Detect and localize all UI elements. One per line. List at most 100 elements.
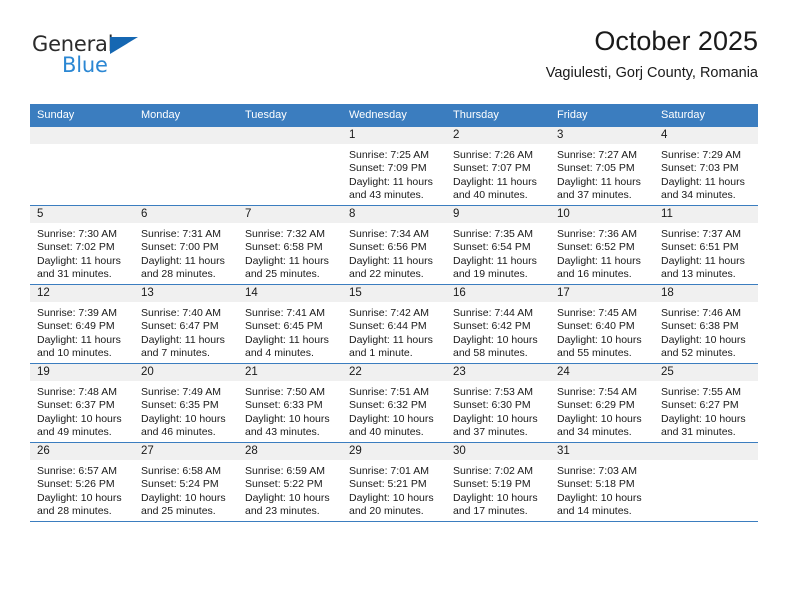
calendar-day-cell[interactable]: 16 Sunrise: 7:44 AM Sunset: 6:42 PM Dayligh… bbox=[446, 284, 550, 364]
calendar-day-cell[interactable]: 14 Sunrise: 7:41 AM Sunset: 6:45 PM Dayligh… bbox=[238, 284, 342, 364]
daylight-text-line1: Daylight: 10 hours bbox=[349, 412, 434, 425]
sunrise-text: Sunrise: 7:53 AM bbox=[453, 386, 533, 398]
sunrise-text: Sunrise: 7:37 AM bbox=[661, 228, 741, 240]
calendar-day-cell[interactable]: 29 Sunrise: 7:01 AM Sunset: 5:21 PM Dayligh… bbox=[342, 442, 446, 522]
calendar-week-row: 1 Sunrise: 7:25 AM Sunset: 7:09 PM Daylight… bbox=[30, 127, 758, 206]
day-details: Sunrise: 7:44 AM Sunset: 6:42 PM Daylight:… bbox=[446, 302, 550, 361]
day-number: 14 bbox=[238, 285, 342, 302]
brand-name-general: General bbox=[32, 32, 114, 56]
daylight-text-line1: Daylight: 10 hours bbox=[661, 412, 746, 425]
calendar-day-cell[interactable]: 26 Sunrise: 6:57 AM Sunset: 5:26 PM Dayligh… bbox=[30, 442, 134, 522]
calendar-day-cell[interactable]: 5 Sunrise: 7:30 AM Sunset: 7:02 PM Daylight… bbox=[30, 205, 134, 285]
day-number: 1 bbox=[342, 127, 446, 144]
weekday-header-sunday: Sunday bbox=[30, 104, 134, 127]
sunset-text: Sunset: 5:21 PM bbox=[349, 478, 427, 491]
calendar-day-cell[interactable]: 20 Sunrise: 7:49 AM Sunset: 6:35 PM Dayligh… bbox=[134, 363, 238, 443]
sunrise-text: Sunrise: 7:55 AM bbox=[661, 386, 741, 398]
sunset-text: Sunset: 6:42 PM bbox=[453, 320, 531, 333]
sunset-text: Sunset: 7:07 PM bbox=[453, 162, 531, 175]
daylight-text-line2: and 37 minutes. bbox=[557, 189, 632, 202]
day-details: Sunrise: 7:46 AM Sunset: 6:38 PM Daylight:… bbox=[654, 302, 758, 361]
daylight-text-line2: and 34 minutes. bbox=[557, 426, 632, 439]
calendar-week-row: 12 Sunrise: 7:39 AM Sunset: 6:49 PM Dayligh… bbox=[30, 284, 758, 364]
day-number bbox=[238, 127, 342, 144]
day-details: Sunrise: 7:35 AM Sunset: 6:54 PM Daylight:… bbox=[446, 223, 550, 282]
weekday-header-monday: Monday bbox=[134, 104, 238, 127]
sunrise-text: Sunrise: 7:50 AM bbox=[245, 386, 325, 398]
calendar-day-cell[interactable]: 18 Sunrise: 7:46 AM Sunset: 6:38 PM Dayligh… bbox=[654, 284, 758, 364]
calendar-day-cell[interactable]: 22 Sunrise: 7:51 AM Sunset: 6:32 PM Dayligh… bbox=[342, 363, 446, 443]
day-details: Sunrise: 7:41 AM Sunset: 6:45 PM Daylight:… bbox=[238, 302, 342, 361]
sunrise-text: Sunrise: 7:29 AM bbox=[661, 149, 741, 161]
calendar-table: Sunday Monday Tuesday Wednesday Thursday… bbox=[30, 104, 758, 522]
calendar-day-cell[interactable]: 17 Sunrise: 7:45 AM Sunset: 6:40 PM Dayligh… bbox=[550, 284, 654, 364]
daylight-text-line2: and 19 minutes. bbox=[453, 268, 528, 281]
day-number: 20 bbox=[134, 364, 238, 381]
daylight-text-line2: and 25 minutes. bbox=[141, 505, 216, 518]
calendar-day-cell[interactable]: 8 Sunrise: 7:34 AM Sunset: 6:56 PM Daylight… bbox=[342, 205, 446, 285]
day-details: Sunrise: 7:40 AM Sunset: 6:47 PM Daylight:… bbox=[134, 302, 238, 361]
daylight-text-line1: Daylight: 11 hours bbox=[245, 254, 329, 267]
calendar-day-cell[interactable]: 23 Sunrise: 7:53 AM Sunset: 6:30 PM Dayligh… bbox=[446, 363, 550, 443]
daylight-text-line1: Daylight: 10 hours bbox=[557, 491, 642, 504]
sunset-text: Sunset: 5:18 PM bbox=[557, 478, 635, 491]
calendar-day-cell[interactable]: 27 Sunrise: 6:58 AM Sunset: 5:24 PM Dayligh… bbox=[134, 442, 238, 522]
calendar-day-cell[interactable]: 9 Sunrise: 7:35 AM Sunset: 6:54 PM Daylight… bbox=[446, 205, 550, 285]
calendar-day-cell[interactable]: 12 Sunrise: 7:39 AM Sunset: 6:49 PM Dayligh… bbox=[30, 284, 134, 364]
calendar-day-cell[interactable]: 21 Sunrise: 7:50 AM Sunset: 6:33 PM Dayligh… bbox=[238, 363, 342, 443]
daylight-text-line2: and 20 minutes. bbox=[349, 505, 424, 518]
day-details: Sunrise: 7:48 AM Sunset: 6:37 PM Daylight:… bbox=[30, 381, 134, 440]
daylight-text-line1: Daylight: 10 hours bbox=[37, 491, 122, 504]
page-title: October 2025 bbox=[594, 26, 758, 56]
day-number: 16 bbox=[446, 285, 550, 302]
daylight-text-line2: and 43 minutes. bbox=[349, 189, 424, 202]
calendar-page: General Blue October 2025 Vagiulesti, Go… bbox=[0, 0, 792, 612]
day-details: Sunrise: 7:01 AM Sunset: 5:21 PM Daylight:… bbox=[342, 460, 446, 519]
daylight-text-line1: Daylight: 10 hours bbox=[349, 491, 434, 504]
day-details: Sunrise: 7:25 AM Sunset: 7:09 PM Daylight:… bbox=[342, 144, 446, 203]
day-number: 13 bbox=[134, 285, 238, 302]
weekday-header-thursday: Thursday bbox=[446, 104, 550, 127]
calendar-day-cell[interactable]: 15 Sunrise: 7:42 AM Sunset: 6:44 PM Dayligh… bbox=[342, 284, 446, 364]
calendar-day-cell[interactable]: 24 Sunrise: 7:54 AM Sunset: 6:29 PM Dayligh… bbox=[550, 363, 654, 443]
calendar-day-cell[interactable]: 3 Sunrise: 7:27 AM Sunset: 7:05 PM Daylight… bbox=[550, 127, 654, 206]
sunrise-text: Sunrise: 7:26 AM bbox=[453, 149, 533, 161]
sunrise-text: Sunrise: 7:36 AM bbox=[557, 228, 637, 240]
day-number: 17 bbox=[550, 285, 654, 302]
calendar-day-cell[interactable]: 6 Sunrise: 7:31 AM Sunset: 7:00 PM Daylight… bbox=[134, 205, 238, 285]
daylight-text-line1: Daylight: 10 hours bbox=[141, 412, 226, 425]
daylight-text-line1: Daylight: 10 hours bbox=[453, 491, 538, 504]
daylight-text-line2: and 34 minutes. bbox=[661, 189, 736, 202]
calendar-day-cell[interactable]: 13 Sunrise: 7:40 AM Sunset: 6:47 PM Dayligh… bbox=[134, 284, 238, 364]
calendar-day-cell[interactable]: 2 Sunrise: 7:26 AM Sunset: 7:07 PM Daylight… bbox=[446, 127, 550, 206]
daylight-text-line2: and 14 minutes. bbox=[557, 505, 632, 518]
daylight-text-line2: and 25 minutes. bbox=[245, 268, 320, 281]
day-details: Sunrise: 7:29 AM Sunset: 7:03 PM Daylight:… bbox=[654, 144, 758, 203]
calendar-day-cell[interactable]: 31 Sunrise: 7:03 AM Sunset: 5:18 PM Dayligh… bbox=[550, 442, 654, 522]
calendar-day-cell[interactable]: 11 Sunrise: 7:37 AM Sunset: 6:51 PM Dayligh… bbox=[654, 205, 758, 285]
daylight-text-line2: and 10 minutes. bbox=[37, 347, 112, 360]
day-number: 15 bbox=[342, 285, 446, 302]
daylight-text-line1: Daylight: 11 hours bbox=[661, 175, 745, 188]
calendar-day-cell[interactable]: 30 Sunrise: 7:02 AM Sunset: 5:19 PM Dayligh… bbox=[446, 442, 550, 522]
daylight-text-line2: and 31 minutes. bbox=[661, 426, 736, 439]
day-number: 7 bbox=[238, 206, 342, 223]
calendar-day-cell[interactable]: 7 Sunrise: 7:32 AM Sunset: 6:58 PM Daylight… bbox=[238, 205, 342, 285]
calendar-day-cell[interactable]: 25 Sunrise: 7:55 AM Sunset: 6:27 PM Dayligh… bbox=[654, 363, 758, 443]
calendar-day-cell[interactable]: 28 Sunrise: 6:59 AM Sunset: 5:22 PM Dayligh… bbox=[238, 442, 342, 522]
daylight-text-line1: Daylight: 11 hours bbox=[349, 254, 433, 267]
brand-logo[interactable]: General Blue bbox=[32, 34, 162, 84]
calendar-day-cell[interactable]: 10 Sunrise: 7:36 AM Sunset: 6:52 PM Dayligh… bbox=[550, 205, 654, 285]
day-number: 26 bbox=[30, 443, 134, 460]
daylight-text-line1: Daylight: 10 hours bbox=[557, 333, 642, 346]
calendar-day-cell[interactable]: 4 Sunrise: 7:29 AM Sunset: 7:03 PM Daylight… bbox=[654, 127, 758, 206]
sunrise-text: Sunrise: 7:49 AM bbox=[141, 386, 221, 398]
day-number: 22 bbox=[342, 364, 446, 381]
day-number: 5 bbox=[30, 206, 134, 223]
calendar-header-row: Sunday Monday Tuesday Wednesday Thursday… bbox=[30, 104, 758, 127]
sunrise-text: Sunrise: 7:35 AM bbox=[453, 228, 533, 240]
sunrise-text: Sunrise: 7:46 AM bbox=[661, 307, 741, 319]
calendar-week-row: 5 Sunrise: 7:30 AM Sunset: 7:02 PM Daylight… bbox=[30, 205, 758, 285]
calendar-day-cell[interactable]: 1 Sunrise: 7:25 AM Sunset: 7:09 PM Daylight… bbox=[342, 127, 446, 206]
calendar-day-cell[interactable]: 19 Sunrise: 7:48 AM Sunset: 6:37 PM Dayligh… bbox=[30, 363, 134, 443]
